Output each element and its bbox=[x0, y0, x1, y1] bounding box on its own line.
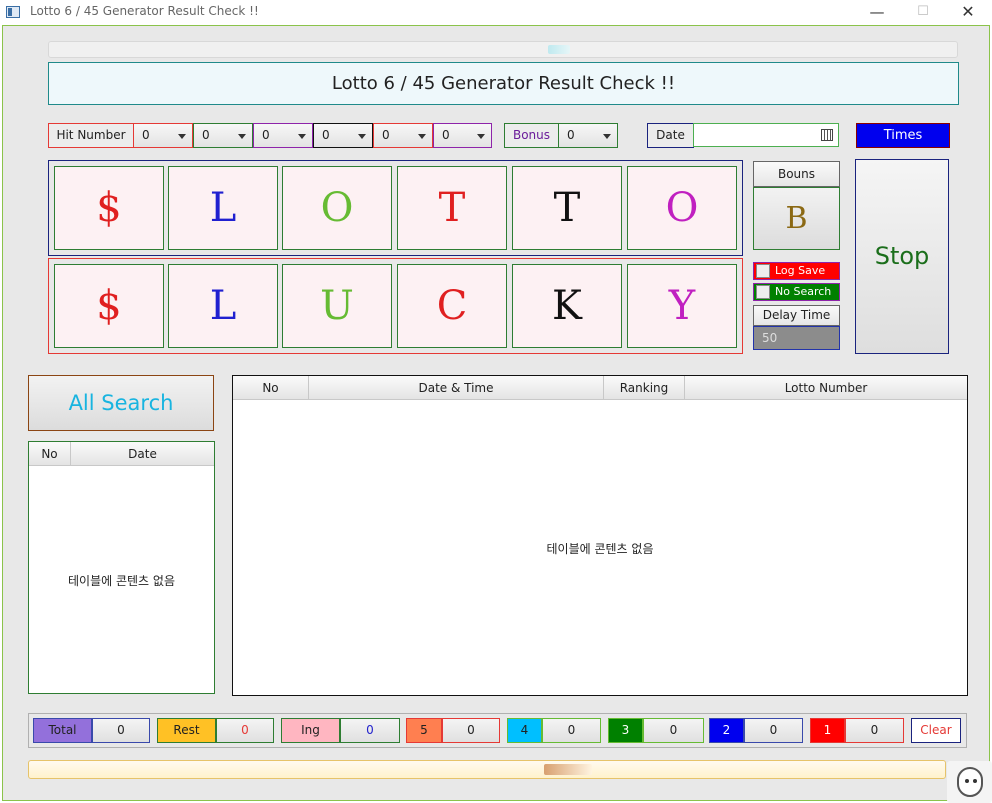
delay-time-label: Delay Time bbox=[753, 305, 840, 326]
bonus-label: Bonus bbox=[504, 123, 559, 148]
times-button[interactable]: Times bbox=[856, 123, 950, 148]
chevron-down-icon bbox=[358, 134, 366, 139]
lotto-cell-3: O bbox=[282, 166, 392, 250]
chevron-down-icon bbox=[178, 134, 186, 139]
title-bar: Lotto 6 / 45 Generator Result Check !! —… bbox=[0, 0, 992, 25]
hit-number-select-2[interactable]: 0 bbox=[193, 123, 253, 148]
hit-number-value-4: 0 bbox=[322, 128, 330, 142]
hit-number-select-6[interactable]: 0 bbox=[433, 123, 492, 148]
all-search-button[interactable]: All Search bbox=[28, 375, 214, 431]
app-icon bbox=[6, 6, 20, 18]
lotto-cell-5: T bbox=[512, 166, 622, 250]
stat-label-1: Rest bbox=[157, 718, 216, 743]
stat-label-2: Ing bbox=[281, 718, 340, 743]
column-header-no[interactable]: No bbox=[29, 442, 71, 466]
chevron-down-icon bbox=[298, 134, 306, 139]
face-icon bbox=[957, 767, 983, 797]
stat-value-1: 0 bbox=[216, 718, 274, 743]
top-progress-indicator bbox=[548, 45, 570, 54]
stat-value-4: 0 bbox=[542, 718, 601, 743]
lucky-cell-5: K bbox=[512, 264, 622, 348]
maximize-button[interactable]: ☐ bbox=[900, 0, 946, 25]
bonus-panel-label: Bouns bbox=[753, 161, 840, 187]
lotto-cell-6: O bbox=[627, 166, 737, 250]
column-header-no[interactable]: No bbox=[233, 376, 309, 400]
date-label: Date bbox=[647, 123, 694, 148]
log-save-checkbox[interactable]: Log Save bbox=[753, 262, 840, 280]
avatar bbox=[947, 761, 992, 803]
hit-number-label: Hit Number bbox=[48, 123, 134, 148]
search-date-table[interactable]: No Date 테이블에 콘텐츠 없음 bbox=[28, 441, 215, 694]
chevron-down-icon bbox=[477, 134, 485, 139]
page-title: Lotto 6 / 45 Generator Result Check !! bbox=[48, 62, 959, 105]
lucky-cell-1: $ bbox=[54, 264, 164, 348]
lucky-cell-3: U bbox=[282, 264, 392, 348]
no-search-checkbox[interactable]: No Search bbox=[753, 283, 840, 301]
top-progress-bar bbox=[48, 41, 958, 58]
lotto-cell-2: L bbox=[168, 166, 278, 250]
checkbox-icon[interactable] bbox=[756, 264, 770, 278]
column-header-date-time[interactable]: Date & Time bbox=[309, 376, 604, 400]
log-save-label: Log Save bbox=[775, 264, 826, 277]
stat-value-2: 0 bbox=[340, 718, 400, 743]
hit-number-select-4[interactable]: 0 bbox=[313, 123, 373, 148]
bonus-value: 0 bbox=[567, 128, 575, 142]
eye-icon bbox=[973, 779, 977, 783]
stat-label-5: 3 bbox=[608, 718, 643, 743]
column-header-ranking[interactable]: Ranking bbox=[604, 376, 685, 400]
eye-icon bbox=[965, 779, 969, 783]
lucky-cell-2: L bbox=[168, 264, 278, 348]
column-header-lotto-number[interactable]: Lotto Number bbox=[685, 376, 967, 400]
hit-number-select-1[interactable]: 0 bbox=[133, 123, 193, 148]
delay-time-input[interactable]: 50 bbox=[753, 326, 840, 350]
column-header-date[interactable]: Date bbox=[71, 442, 214, 466]
lucky-cell-6: Y bbox=[627, 264, 737, 348]
empty-table-message: 테이블에 콘텐츠 없음 bbox=[68, 574, 175, 588]
hit-number-value-1: 0 bbox=[142, 128, 150, 142]
bottom-progress-bar bbox=[28, 760, 946, 779]
hit-number-select-3[interactable]: 0 bbox=[253, 123, 313, 148]
stop-button[interactable]: Stop bbox=[855, 159, 949, 354]
hit-number-select-5[interactable]: 0 bbox=[373, 123, 433, 148]
close-button[interactable]: ✕ bbox=[945, 0, 991, 25]
date-picker-field[interactable] bbox=[693, 123, 839, 147]
chevron-down-icon bbox=[603, 134, 611, 139]
stat-value-3: 0 bbox=[442, 718, 500, 743]
checkbox-icon[interactable] bbox=[756, 285, 770, 299]
stat-label-7: 1 bbox=[810, 718, 845, 743]
chevron-down-icon bbox=[238, 134, 246, 139]
table-header: No Date & Time Ranking Lotto Number bbox=[233, 376, 967, 400]
stat-value-6: 0 bbox=[744, 718, 803, 743]
stat-value-5: 0 bbox=[643, 718, 704, 743]
clear-button[interactable]: Clear bbox=[911, 718, 961, 743]
no-search-label: No Search bbox=[775, 285, 832, 298]
lotto-cell-4: T bbox=[397, 166, 507, 250]
hit-number-value-5: 0 bbox=[382, 128, 390, 142]
empty-table-message: 테이블에 콘텐츠 없음 bbox=[546, 542, 654, 556]
bonus-select[interactable]: 0 bbox=[558, 123, 618, 148]
bottom-progress-indicator bbox=[544, 764, 592, 775]
minimize-button[interactable]: — bbox=[854, 0, 900, 25]
stat-value-7: 0 bbox=[845, 718, 904, 743]
stat-value-0: 0 bbox=[92, 718, 150, 743]
results-table[interactable]: No Date & Time Ranking Lotto Number 테이블에… bbox=[232, 375, 968, 696]
lucky-cell-4: C bbox=[397, 264, 507, 348]
window-title: Lotto 6 / 45 Generator Result Check !! bbox=[30, 4, 259, 18]
hit-number-value-2: 0 bbox=[202, 128, 210, 142]
lotto-cell-1: $ bbox=[54, 166, 164, 250]
stat-label-6: 2 bbox=[709, 718, 744, 743]
table-header: No Date bbox=[29, 442, 214, 466]
hit-number-value-6: 0 bbox=[442, 128, 450, 142]
chevron-down-icon bbox=[418, 134, 426, 139]
stat-label-4: 4 bbox=[507, 718, 542, 743]
calendar-icon[interactable] bbox=[821, 129, 833, 141]
stat-label-0: Total bbox=[33, 718, 92, 743]
hit-number-value-3: 0 bbox=[262, 128, 270, 142]
bonus-ball-cell: B bbox=[753, 187, 840, 250]
stat-label-3: 5 bbox=[406, 718, 442, 743]
